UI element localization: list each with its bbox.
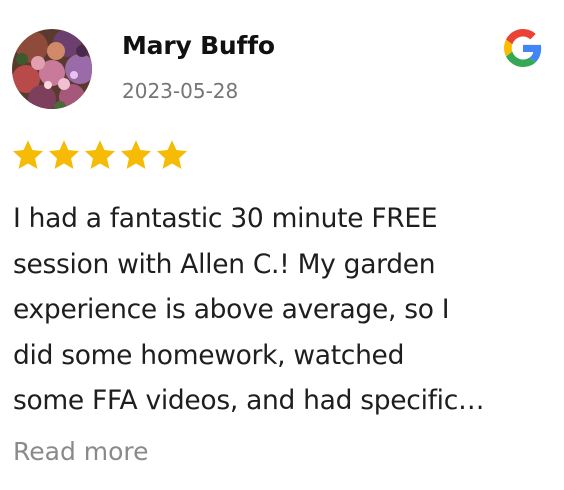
review-text-line: I had a fantastic 30 minute FREE — [13, 203, 438, 234]
review-date: 2023-05-28 — [122, 79, 239, 103]
review-text-line: did some homework, watched — [13, 339, 405, 371]
read-more-link[interactable]: Read more — [13, 437, 149, 466]
review-card: Mary Buffo 2023-05-28 I had a fantastic … — [0, 0, 564, 490]
star-icon — [84, 140, 116, 169]
star-icon — [12, 140, 44, 169]
review-text-line: session with Allen C.! My garden — [13, 248, 436, 280]
star-icon — [156, 140, 188, 169]
star-rating — [11, 138, 189, 172]
star-icon — [48, 140, 80, 169]
avatar-image — [12, 29, 92, 109]
reviewer-name: Mary Buffo — [122, 31, 275, 60]
review-text-line: experience is above average, so I — [13, 294, 450, 325]
avatar[interactable] — [12, 29, 92, 109]
review-text-line: some FFA videos, and had specific… — [13, 385, 485, 416]
star-icon — [120, 140, 152, 169]
google-g-icon — [504, 29, 542, 67]
review-text: I had a fantastic 30 minute FREE session… — [13, 196, 553, 424]
